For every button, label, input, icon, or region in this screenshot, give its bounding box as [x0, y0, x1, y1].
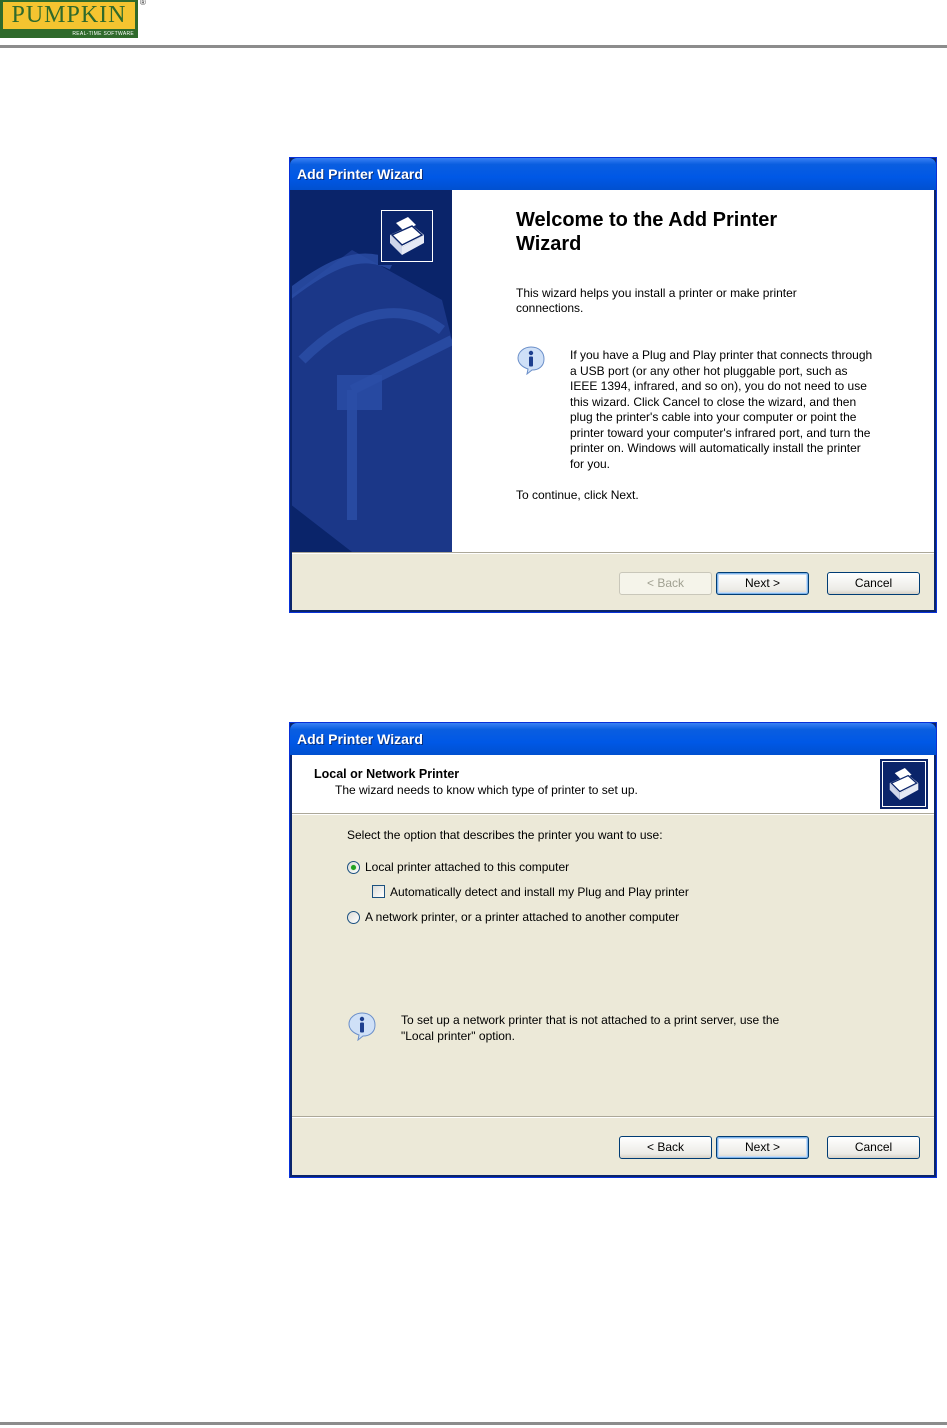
footer-rule [0, 1422, 947, 1425]
local-printer-radio[interactable] [347, 861, 360, 874]
wizard-client-area: Welcome to the Add Printer Wizard This w… [292, 190, 934, 610]
page-title: Local or Network Printer [314, 767, 460, 781]
back-button[interactable]: < Back [619, 1136, 712, 1159]
logo-word: PUMPKIN [3, 2, 135, 29]
wizard-client-area: Local or Network Printer The wizard need… [292, 755, 934, 1175]
page-subtitle: The wizard needs to know which type of p… [335, 783, 638, 797]
next-button[interactable]: Next > [716, 572, 809, 595]
back-button[interactable]: < Back [619, 572, 712, 595]
next-button[interactable]: Next > [716, 1136, 809, 1159]
network-printer-label[interactable]: A network printer, or a printer attached… [365, 910, 679, 924]
info-icon [348, 1012, 376, 1041]
window-title: Add Printer Wizard [297, 731, 423, 747]
printer-icon [378, 207, 436, 265]
wizard-side-banner [292, 190, 452, 552]
info-icon [517, 346, 545, 375]
title-bar[interactable]: Add Printer Wizard [290, 158, 936, 190]
autodetect-checkbox[interactable] [372, 885, 385, 898]
button-separator-highlight [292, 1117, 934, 1118]
autodetect-label[interactable]: Automatically detect and install my Plug… [390, 885, 689, 899]
add-printer-wizard-type-window: Add Printer Wizard Local or Network Prin… [289, 722, 937, 1178]
header-separator-highlight [292, 814, 934, 815]
wizard-content-panel: Welcome to the Add Printer Wizard This w… [452, 190, 934, 552]
continue-instruction: To continue, click Next. [516, 488, 639, 502]
wizard-page-header: Local or Network Printer The wizard need… [292, 755, 934, 813]
local-printer-label[interactable]: Local printer attached to this computer [365, 860, 569, 874]
network-printer-note: To set up a network printer that is not … [401, 1013, 780, 1043]
window-title: Add Printer Wizard [297, 166, 423, 182]
header-rule [0, 45, 947, 48]
option-prompt: Select the option that describes the pri… [347, 828, 663, 842]
logo-tagline: REAL-TIME SOFTWARE [72, 31, 134, 37]
cancel-button[interactable]: Cancel [827, 1136, 920, 1159]
plug-and-play-note: If you have a Plug and Play printer that… [570, 348, 873, 471]
network-printer-radio[interactable] [347, 911, 360, 924]
wizard-heading: Welcome to the Add Printer Wizard [516, 209, 778, 255]
title-bar[interactable]: Add Printer Wizard [290, 723, 936, 755]
cancel-button[interactable]: Cancel [827, 572, 920, 595]
printer-icon [880, 759, 928, 809]
pumpkin-logo: PUMPKIN REAL-TIME SOFTWARE [0, 0, 138, 38]
wizard-intro-text: This wizard helps you install a printer … [516, 286, 797, 315]
button-separator-highlight [292, 553, 934, 554]
add-printer-wizard-welcome-window: Add Printer Wizard Welcome to the Add Pr… [289, 157, 937, 613]
logo-trademark: ® [140, 0, 146, 7]
